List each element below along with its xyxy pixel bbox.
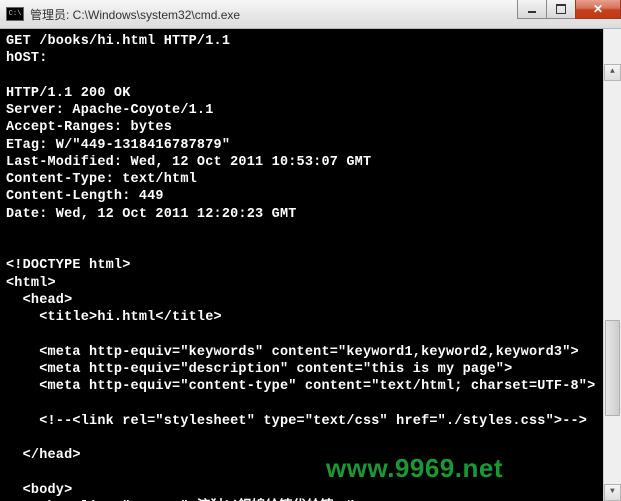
minimize-button[interactable] xyxy=(517,0,547,19)
scroll-down-button[interactable]: ▼ xyxy=(604,484,621,501)
terminal-text: GET /books/hi.html HTTP/1.1 hOST: HTTP/1… xyxy=(6,34,595,501)
cmd-icon-text: C:\ xyxy=(9,11,22,18)
vertical-scrollbar[interactable]: ▲ ▼ xyxy=(603,29,621,501)
scroll-up-button[interactable]: ▲ xyxy=(604,64,621,81)
maximize-button[interactable] xyxy=(546,0,576,19)
watermark-text: www.9969.net xyxy=(326,452,503,485)
window-controls: ✕ xyxy=(518,0,621,20)
scrollbar-thumb[interactable] xyxy=(605,320,620,416)
titlebar[interactable]: C:\ 管理员: C:\Windows\system32\cmd.exe ✕ xyxy=(0,0,621,29)
cmd-window: C:\ 管理员: C:\Windows\system32\cmd.exe ✕ G… xyxy=(0,0,621,500)
minimize-icon xyxy=(528,11,536,13)
close-button[interactable]: ✕ xyxy=(575,0,621,19)
cmd-icon: C:\ xyxy=(6,7,24,21)
maximize-icon xyxy=(556,4,566,14)
terminal-output[interactable]: GET /books/hi.html HTTP/1.1 hOST: HTTP/1… xyxy=(0,29,621,501)
close-icon: ✕ xyxy=(593,2,603,16)
window-title: 管理员: C:\Windows\system32\cmd.exe xyxy=(30,6,240,23)
